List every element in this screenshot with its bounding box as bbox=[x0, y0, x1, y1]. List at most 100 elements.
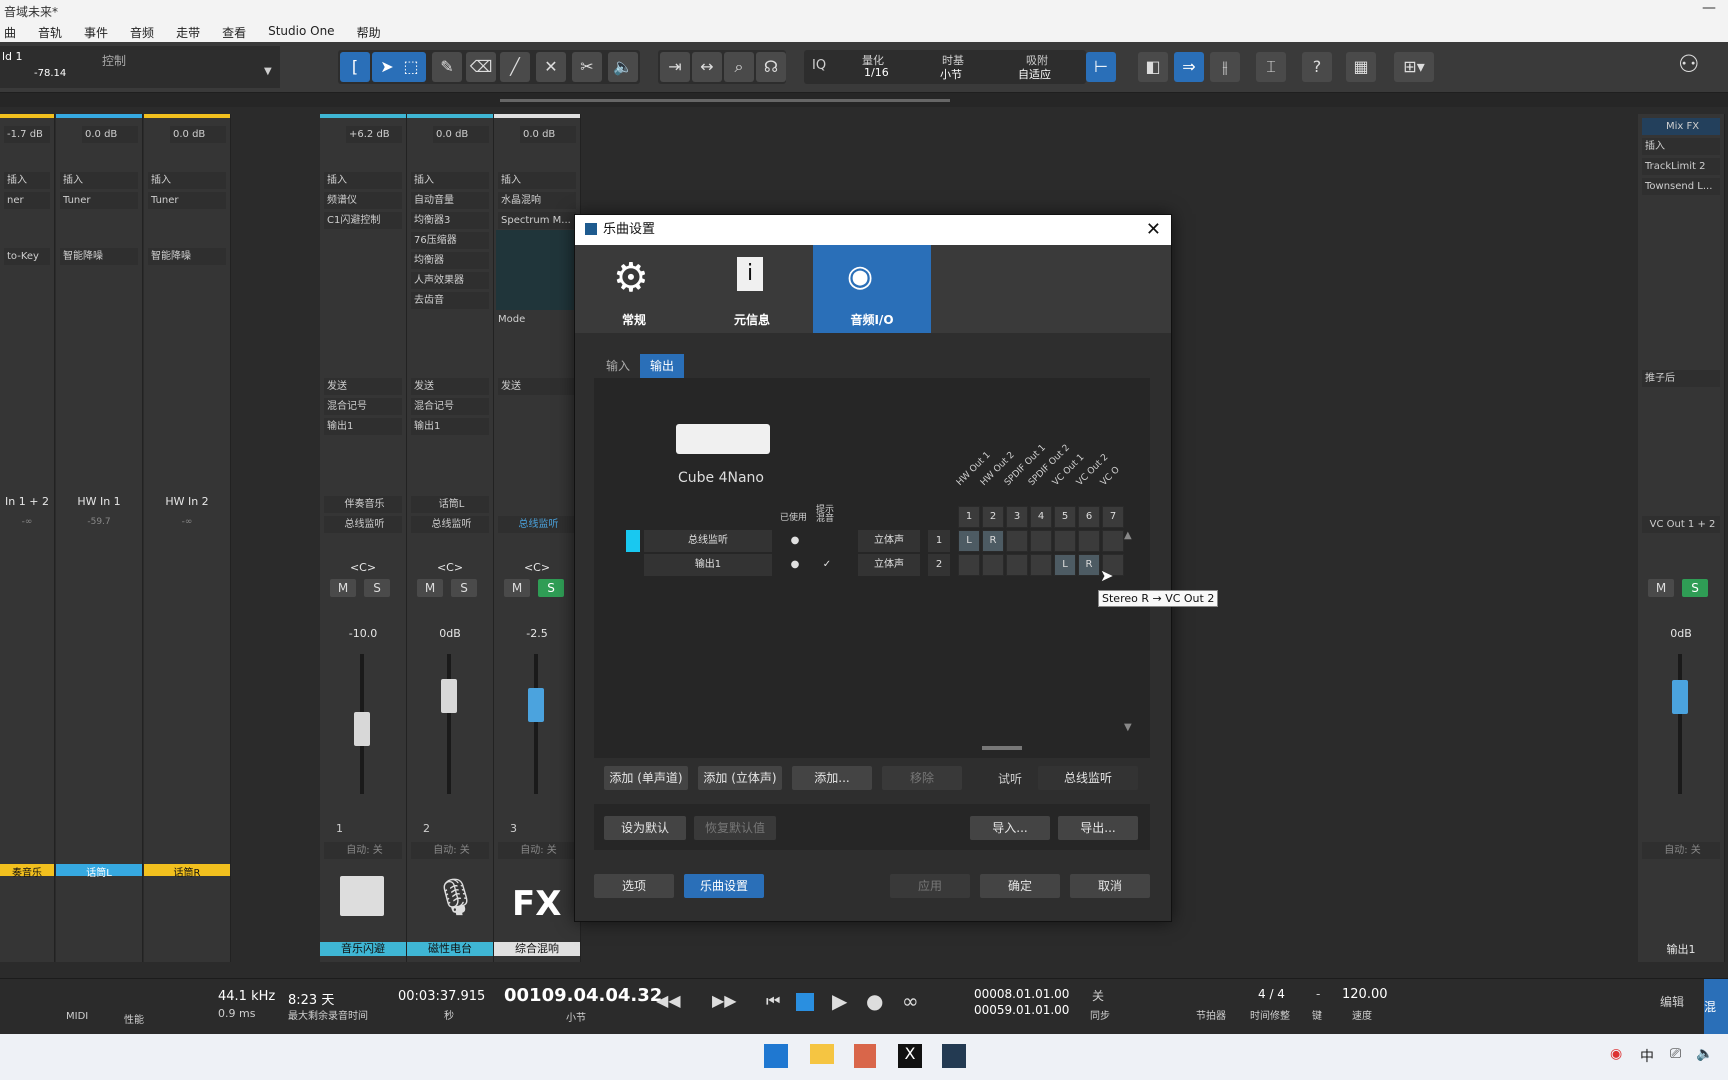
input-select[interactable]: 话筒L bbox=[411, 496, 489, 513]
snap-toggle-icon[interactable]: ⊢ bbox=[1086, 52, 1116, 82]
time-signature[interactable]: 4 / 4 bbox=[1258, 987, 1285, 1001]
mute-tool-icon[interactable]: ✕ bbox=[536, 52, 566, 82]
channel-type[interactable]: 立体声 bbox=[858, 554, 920, 576]
track-name-label[interactable]: 奏音乐 bbox=[0, 864, 54, 879]
assign-cell[interactable] bbox=[1078, 530, 1100, 552]
scroll-down-icon[interactable]: ▼ bbox=[1124, 722, 1132, 733]
insert-slot[interactable]: 均衡器3 bbox=[411, 212, 489, 229]
tab-meta-info[interactable]: i 元信息 bbox=[693, 245, 811, 333]
output-select[interactable]: VC Out 1 + 2 bbox=[1642, 516, 1720, 533]
loop-right[interactable]: 00059.01.01.00 bbox=[974, 1003, 1069, 1017]
ok-button[interactable]: 确定 bbox=[980, 874, 1060, 898]
volume-fader[interactable] bbox=[441, 679, 457, 713]
play-icon[interactable]: ▶ bbox=[832, 989, 847, 1013]
assign-cell[interactable]: L bbox=[1054, 554, 1076, 576]
app-icon[interactable] bbox=[854, 1044, 876, 1068]
automation-mode[interactable]: 自动: 关 bbox=[324, 842, 402, 859]
volume-value[interactable]: -10.0 bbox=[320, 624, 406, 644]
remove-button[interactable]: 移除 bbox=[882, 766, 962, 790]
arrange-icon[interactable]: ⌶ bbox=[1256, 52, 1286, 82]
mixfx-select[interactable]: Mix FX bbox=[1642, 118, 1720, 135]
loop-left[interactable]: 00008.01.01.00 bbox=[974, 987, 1069, 1001]
import-button[interactable]: 导入... bbox=[970, 816, 1050, 840]
assign-cell[interactable] bbox=[1030, 530, 1052, 552]
zoom-icon[interactable]: ⌕ bbox=[724, 52, 754, 82]
input-gain[interactable]: 0.0 dB bbox=[82, 126, 138, 143]
insert-header[interactable]: 插入 bbox=[60, 172, 138, 189]
menu-help[interactable]: 帮助 bbox=[353, 22, 385, 42]
assign-cell[interactable] bbox=[958, 554, 980, 576]
insert-slot[interactable]: 智能降噪 bbox=[60, 248, 138, 265]
windows-start-icon[interactable] bbox=[764, 1044, 788, 1068]
send-slot[interactable]: 混合记号 bbox=[411, 398, 489, 415]
subtab-input[interactable]: 输入 bbox=[596, 354, 640, 378]
split-tool-icon[interactable]: ✂ bbox=[572, 52, 602, 82]
insert-slot[interactable]: to-Key bbox=[4, 248, 50, 265]
iq-label[interactable]: IQ bbox=[812, 58, 826, 73]
network-icon[interactable]: ⎚ bbox=[1670, 1046, 1681, 1062]
insert-slot[interactable]: C1闪避控制 bbox=[324, 212, 402, 229]
cue-mix-checkbox[interactable]: ✓ bbox=[816, 554, 838, 576]
automation-mode[interactable]: 自动: 关 bbox=[498, 842, 576, 859]
pencil-tool-icon[interactable]: ✎ bbox=[432, 52, 462, 82]
range-tool-icon[interactable]: [ bbox=[340, 52, 370, 82]
assign-cell[interactable]: R bbox=[982, 530, 1004, 552]
channel-name[interactable]: In 1 + 2 bbox=[0, 492, 54, 512]
menu-transport[interactable]: 走带 bbox=[172, 22, 204, 42]
mute-button[interactable]: M bbox=[1648, 579, 1674, 597]
track-value[interactable]: -78.14 bbox=[34, 68, 66, 79]
send-header[interactable]: 发送 bbox=[498, 378, 576, 395]
input-select[interactable]: 伴奏音乐 bbox=[324, 496, 402, 513]
insert-header[interactable]: 插入 bbox=[411, 172, 489, 189]
insert-slot[interactable]: 频谱仪 bbox=[324, 192, 402, 209]
track-name-label[interactable]: 音乐闪避 bbox=[320, 942, 406, 956]
mix-button[interactable]: 混 bbox=[1704, 979, 1728, 1035]
grid-menu-icon[interactable]: ⊞▾ bbox=[1394, 52, 1434, 82]
add-button[interactable]: 添加... bbox=[792, 766, 872, 790]
volume-fader[interactable] bbox=[528, 688, 544, 722]
studio-one-icon[interactable] bbox=[942, 1044, 966, 1068]
track-name-label[interactable]: 话筒R bbox=[144, 864, 230, 879]
insert-header[interactable]: 插入 bbox=[1642, 138, 1720, 155]
menu-studio-one[interactable]: Studio One bbox=[264, 22, 338, 42]
insert-slot[interactable]: TrackLimit 2 bbox=[1642, 158, 1720, 175]
input-gain[interactable]: +6.2 dB bbox=[346, 126, 402, 143]
automation-mode[interactable]: 自动: 关 bbox=[411, 842, 489, 859]
volume-value[interactable]: -2.5 bbox=[494, 624, 580, 644]
stop-icon[interactable] bbox=[796, 993, 814, 1011]
overview-scrollbar[interactable] bbox=[500, 99, 950, 102]
volume-fader[interactable] bbox=[1672, 680, 1688, 714]
tab-general[interactable]: ⚙ 常规 bbox=[575, 245, 693, 333]
nudge-icon[interactable]: ⇥ bbox=[660, 52, 690, 82]
stretch-icon[interactable]: ↔ bbox=[692, 52, 722, 82]
assign-cell[interactable] bbox=[1054, 530, 1076, 552]
song-setup-button[interactable]: 乐曲设置 bbox=[684, 874, 764, 898]
horizontal-scrollbar[interactable] bbox=[982, 746, 1022, 750]
pan-value[interactable]: <C> bbox=[320, 558, 406, 578]
user-icon[interactable]: ⚇ bbox=[1678, 50, 1700, 78]
loop-icon[interactable]: ∞ bbox=[902, 989, 919, 1013]
insert-slot[interactable]: 自动音量 bbox=[411, 192, 489, 209]
assign-cell[interactable] bbox=[1006, 530, 1028, 552]
menu-song[interactable]: 曲 bbox=[0, 22, 20, 42]
mute-button[interactable]: M bbox=[504, 579, 530, 597]
send-slot[interactable]: 输出1 bbox=[411, 418, 489, 435]
timebase-value[interactable]: 小节 bbox=[940, 66, 962, 82]
sync-value[interactable]: 关 bbox=[1092, 987, 1104, 1004]
output-name[interactable]: 输出1 bbox=[644, 554, 772, 576]
menu-event[interactable]: 事件 bbox=[80, 22, 112, 42]
send-header[interactable]: 发送 bbox=[411, 378, 489, 395]
volume-value[interactable]: 0dB bbox=[1638, 624, 1724, 644]
insert-slot[interactable]: 智能降噪 bbox=[148, 248, 226, 265]
insert-slot[interactable]: 去齿音 bbox=[411, 292, 489, 309]
sync-icon[interactable]: ☊ bbox=[756, 52, 786, 82]
file-explorer-icon[interactable] bbox=[810, 1044, 834, 1064]
assign-cell[interactable] bbox=[982, 554, 1004, 576]
insert-slot[interactable]: Spectrum M... bbox=[498, 212, 576, 229]
track-name-label[interactable]: 输出1 bbox=[1638, 940, 1724, 960]
scroll-up-icon[interactable]: ▲ bbox=[1124, 530, 1132, 541]
output-select[interactable]: 总线监听 bbox=[498, 516, 576, 533]
input-gain[interactable]: -1.7 dB bbox=[4, 126, 50, 143]
insert-slot[interactable]: Tuner bbox=[148, 192, 226, 209]
used-indicator[interactable]: ● bbox=[784, 530, 806, 552]
